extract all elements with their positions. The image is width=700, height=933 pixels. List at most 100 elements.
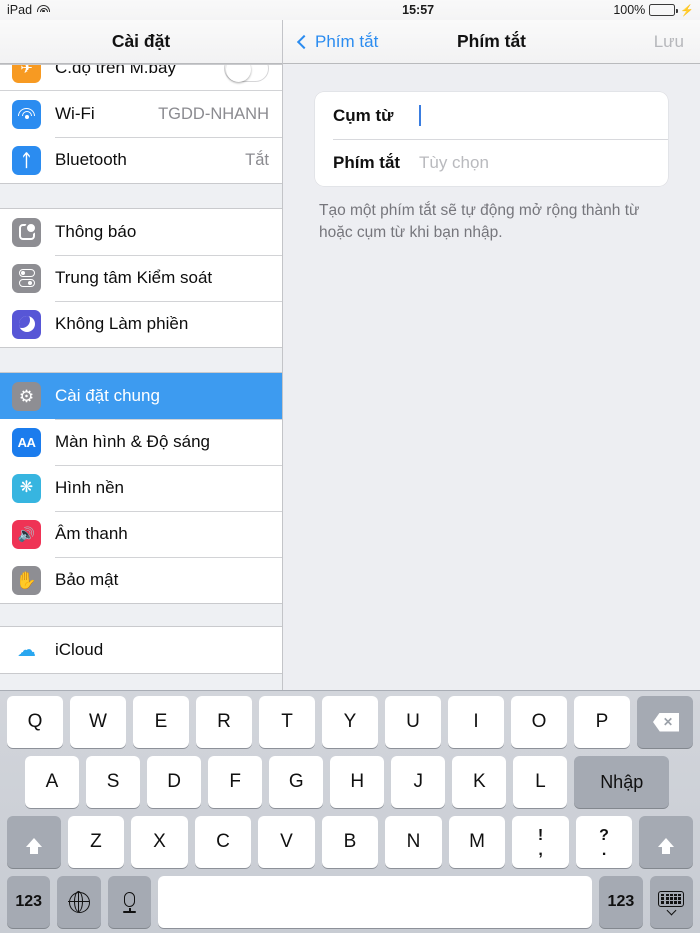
sidebar-item-label: Màn hình & Độ sáng [55, 432, 210, 451]
battery-icon [649, 4, 678, 16]
numeric-key-left[interactable]: 123 [6, 876, 51, 928]
bluetooth-state-value: Tắt [245, 150, 269, 169]
shortcut-form: Cụm từ Phím tắt Tùy chọn [315, 92, 668, 186]
shift-arrow-icon [658, 837, 675, 854]
key-z[interactable]: Z [67, 816, 125, 868]
keyboard-row-2: A S D F G H J K L Nhập [3, 756, 697, 808]
key-q[interactable]: Q [7, 696, 63, 748]
key-d[interactable]: D [147, 756, 202, 808]
phrase-row[interactable]: Cụm từ [315, 92, 668, 139]
save-button[interactable]: Lưu [654, 32, 684, 52]
status-bar-right: 100% ⚡ [613, 3, 700, 17]
control-center-icon [12, 263, 41, 293]
sidebar-item-label: Âm thanh [55, 524, 128, 543]
hide-keyboard-icon [658, 890, 685, 915]
sidebar-item-label: Không Làm phiền [55, 314, 189, 333]
back-button-label: Phím tắt [315, 31, 379, 51]
sidebar-item-icloud[interactable]: ☁ iCloud [0, 627, 282, 673]
shortcut-label: Phím tắt [333, 152, 401, 172]
backspace-icon: ✕ [651, 712, 679, 732]
phrase-label: Cụm từ [333, 105, 394, 125]
chevron-left-icon [296, 34, 312, 49]
shift-key-right[interactable] [639, 816, 694, 868]
wifi-network-value: TGDD-NHANH [158, 104, 269, 123]
shortcut-row[interactable]: Phím tắt Tùy chọn [315, 139, 668, 186]
sidebar-item-general[interactable]: ⚙ Cài đặt chung [0, 373, 282, 419]
hide-keyboard-key[interactable] [649, 876, 694, 928]
key-y[interactable]: Y [322, 696, 378, 748]
icloud-icon: ☁ [12, 635, 41, 665]
key-j[interactable]: J [391, 756, 446, 808]
sidebar-item-do-not-disturb[interactable]: Không Làm phiền [0, 301, 282, 347]
moon-icon [12, 309, 41, 339]
key-question-period[interactable]: ? . [575, 816, 633, 868]
key-exclamation-comma[interactable]: ! , [512, 816, 569, 868]
sidebar-group-connectivity: ✈ C.độ trên M.bay Wi-Fi TGDD-NHANH ᛏ Blu… [0, 64, 282, 184]
key-n[interactable]: N [385, 816, 442, 868]
key-c[interactable]: C [194, 816, 252, 868]
globe-icon [67, 890, 90, 913]
key-a[interactable]: A [25, 756, 80, 808]
enter-key[interactable]: Nhập [574, 756, 669, 808]
airplane-mode-toggle[interactable] [224, 65, 269, 82]
sidebar-group-icloud: ☁ iCloud [0, 626, 282, 674]
sidebar-group-divider [0, 604, 282, 626]
microphone-icon [123, 891, 136, 913]
display-brightness-icon: AA [12, 427, 41, 457]
key-o[interactable]: O [511, 696, 567, 748]
shortcut-input[interactable]: Tùy chọn [419, 153, 668, 173]
notifications-icon [12, 217, 41, 247]
shift-key-left[interactable] [7, 816, 61, 868]
phrase-input[interactable] [419, 105, 668, 126]
key-r[interactable]: R [196, 696, 252, 748]
sidebar-item-label: C.độ trên M.bay [55, 65, 176, 77]
wifi-icon [37, 5, 51, 16]
sidebar-item-privacy[interactable]: ✋ Bảo mật [0, 557, 282, 603]
sidebar-item-bluetooth[interactable]: ᛏ Bluetooth Tắt [0, 137, 282, 183]
sidebar-item-label: Thông báo [55, 222, 137, 241]
battery-percent-label: 100% [613, 3, 646, 17]
sidebar-title: Cài đặt [111, 31, 171, 51]
key-v[interactable]: V [258, 816, 315, 868]
key-i[interactable]: I [448, 696, 504, 748]
key-l[interactable]: L [513, 756, 568, 808]
key-k[interactable]: K [452, 756, 507, 808]
globe-key[interactable] [57, 876, 101, 928]
gear-icon: ⚙ [12, 381, 41, 411]
sidebar-item-airplane-mode[interactable]: ✈ C.độ trên M.bay [0, 65, 282, 91]
backspace-key[interactable]: ✕ [637, 696, 693, 748]
sidebar-item-label: Bluetooth [55, 150, 127, 169]
sidebar-group-general: ⚙ Cài đặt chung AA Màn hình & Độ sáng ❋ … [0, 372, 282, 604]
key-s[interactable]: S [86, 756, 141, 808]
sidebar-item-wifi[interactable]: Wi-Fi TGDD-NHANH [0, 91, 282, 137]
key-m[interactable]: M [448, 816, 506, 868]
key-e[interactable]: E [133, 696, 189, 748]
sidebar-item-wallpaper[interactable]: ❋ Hình nền [0, 465, 282, 511]
sidebar-item-notifications[interactable]: Thông báo [0, 209, 282, 255]
key-g[interactable]: G [269, 756, 324, 808]
hand-privacy-icon: ✋ [12, 565, 41, 595]
lightning-bolt-icon: ⚡ [680, 4, 694, 17]
shortcut-input-placeholder: Tùy chọn [419, 152, 489, 172]
key-p[interactable]: P [574, 696, 630, 748]
key-b[interactable]: B [321, 816, 379, 868]
dictation-key[interactable] [107, 876, 152, 928]
space-key[interactable] [158, 876, 593, 928]
bluetooth-icon: ᛏ [12, 145, 41, 175]
sidebar-group-notifications: Thông báo Trung tâm Kiểm soát Không Làm … [0, 208, 282, 348]
sidebar-item-sounds[interactable]: 🔊 Âm thanh [0, 511, 282, 557]
numeric-key-right[interactable]: 123 [599, 876, 643, 928]
key-f[interactable]: F [208, 756, 263, 808]
key-t[interactable]: T [259, 696, 315, 748]
sidebar-item-display-brightness[interactable]: AA Màn hình & Độ sáng [0, 419, 282, 465]
onscreen-keyboard: Q W E R T Y U I O P ✕ A S D F G H J K L [0, 690, 700, 933]
speaker-icon: 🔊 [12, 519, 41, 549]
sidebar-item-control-center[interactable]: Trung tâm Kiểm soát [0, 255, 282, 301]
key-h[interactable]: H [330, 756, 385, 808]
ipad-settings-screen: iPad 15:57 100% ⚡ Cài đặt ✈ C.độ trên M.… [0, 0, 700, 933]
back-button[interactable]: Phím tắt [296, 31, 379, 52]
key-w[interactable]: W [70, 696, 126, 748]
key-x[interactable]: X [131, 816, 188, 868]
detail-body: Cụm từ Phím tắt Tùy chọn Tạo một phím tắ… [283, 64, 700, 244]
key-u[interactable]: U [385, 696, 441, 748]
